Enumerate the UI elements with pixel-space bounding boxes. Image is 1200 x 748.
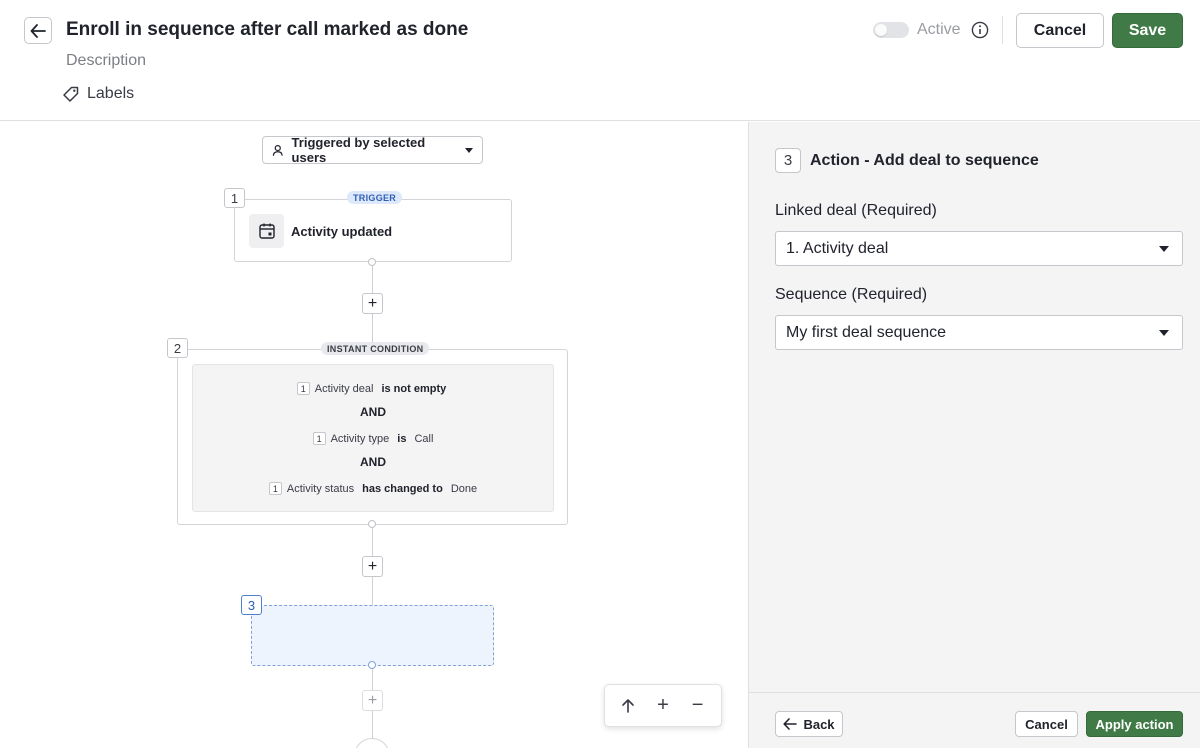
zoom-in-button[interactable]: + — [649, 692, 677, 720]
instant-condition-tag: INSTANT CONDITION — [321, 342, 430, 355]
linked-deal-label: Linked deal (Required) — [775, 202, 937, 219]
step-number-1: 1 — [224, 188, 245, 208]
page-title[interactable]: Enroll in sequence after call marked as … — [66, 19, 468, 41]
calendar-icon-wrap — [249, 214, 284, 248]
condition-row: 1 Activity type is Call — [193, 432, 553, 445]
sequence-select[interactable]: My first deal sequence — [775, 315, 1183, 350]
condition-row: 1 Activity status has changed to Done — [193, 482, 553, 495]
arrow-left-icon — [30, 23, 46, 38]
trigger-node[interactable]: Activity updated — [234, 199, 512, 262]
node-anchor — [368, 520, 376, 528]
tag-icon — [63, 86, 79, 102]
linked-deal-select[interactable]: 1. Activity deal — [775, 231, 1183, 266]
zoom-out-button[interactable]: − — [684, 692, 712, 720]
condition-ref: 1 — [268, 482, 282, 495]
step-number-3: 3 — [241, 595, 262, 615]
panel-title: Action - Add deal to sequence — [810, 152, 1039, 169]
condition-joiner: AND — [360, 455, 386, 469]
add-step-button[interactable]: + — [362, 690, 383, 711]
active-label: Active — [917, 21, 961, 38]
workflow-canvas[interactable]: Triggered by selected users Activity upd… — [0, 122, 748, 748]
panel-back-button[interactable]: Back — [775, 711, 843, 737]
header: Enroll in sequence after call marked as … — [0, 0, 1200, 121]
condition-row: 1 Activity deal is not empty — [193, 382, 553, 395]
chevron-down-icon — [1159, 330, 1169, 336]
condition-value: Call — [414, 432, 434, 445]
trigger-node-label: Activity updated — [291, 224, 393, 239]
trigger-select-label: Triggered by selected users — [291, 135, 426, 165]
panel-footer: Back Cancel Apply action — [749, 692, 1200, 748]
condition-ref: 1 — [296, 382, 310, 395]
back-button[interactable] — [24, 17, 52, 44]
active-toggle[interactable] — [873, 22, 909, 38]
condition-value: Done — [450, 482, 478, 495]
node-anchor — [368, 661, 376, 669]
action-node-selected[interactable] — [251, 605, 494, 666]
labels-button[interactable]: Labels — [62, 85, 134, 103]
panel-step-number: 3 — [775, 148, 801, 173]
apply-action-button[interactable]: Apply action — [1086, 711, 1183, 737]
condition-joiner: AND — [360, 405, 386, 419]
save-button[interactable]: Save — [1112, 13, 1183, 48]
action-settings-panel: 3 Action - Add deal to sequence Linked d… — [748, 122, 1200, 748]
condition-field: Activity status — [286, 482, 355, 495]
chevron-down-icon — [1159, 246, 1169, 252]
condition-node[interactable]: 1 Activity deal is not empty AND 1 Activ… — [177, 349, 568, 525]
fit-view-button[interactable] — [614, 692, 642, 720]
condition-field: Activity type — [330, 432, 390, 445]
condition-operator: is not empty — [381, 382, 447, 395]
chevron-down-icon — [465, 147, 473, 153]
add-step-button[interactable]: + — [362, 293, 383, 314]
panel-cancel-button[interactable]: Cancel — [1015, 711, 1078, 737]
labels-label: Labels — [87, 85, 135, 102]
condition-field: Activity deal — [314, 382, 374, 395]
add-step-button[interactable]: + — [362, 556, 383, 577]
arrow-up-icon — [622, 698, 635, 713]
trigger-users-select[interactable]: Triggered by selected users — [262, 135, 483, 165]
sequence-value: My first deal sequence — [786, 323, 947, 341]
toggle-knob — [875, 24, 887, 36]
sequence-label: Sequence (Required) — [775, 286, 928, 303]
zoom-controls: + − — [604, 684, 722, 727]
condition-operator: is — [397, 432, 407, 445]
condition-operator: has changed to — [362, 482, 443, 495]
calendar-icon — [258, 223, 275, 239]
step-number-2: 2 — [167, 338, 188, 358]
arrow-left-icon — [783, 718, 798, 730]
info-icon[interactable] — [971, 21, 989, 39]
cancel-button[interactable]: Cancel — [1016, 13, 1104, 48]
trigger-tag: TRIGGER — [347, 191, 403, 204]
condition-group: 1 Activity deal is not empty AND 1 Activ… — [192, 364, 554, 512]
linked-deal-value: 1. Activity deal — [786, 239, 889, 257]
node-anchor — [368, 258, 376, 266]
end-node — [354, 738, 390, 748]
back-label: Back — [803, 716, 835, 732]
header-divider — [1002, 16, 1003, 44]
user-icon — [272, 144, 283, 156]
condition-ref: 1 — [312, 432, 326, 445]
description-field[interactable]: Description — [66, 52, 146, 70]
